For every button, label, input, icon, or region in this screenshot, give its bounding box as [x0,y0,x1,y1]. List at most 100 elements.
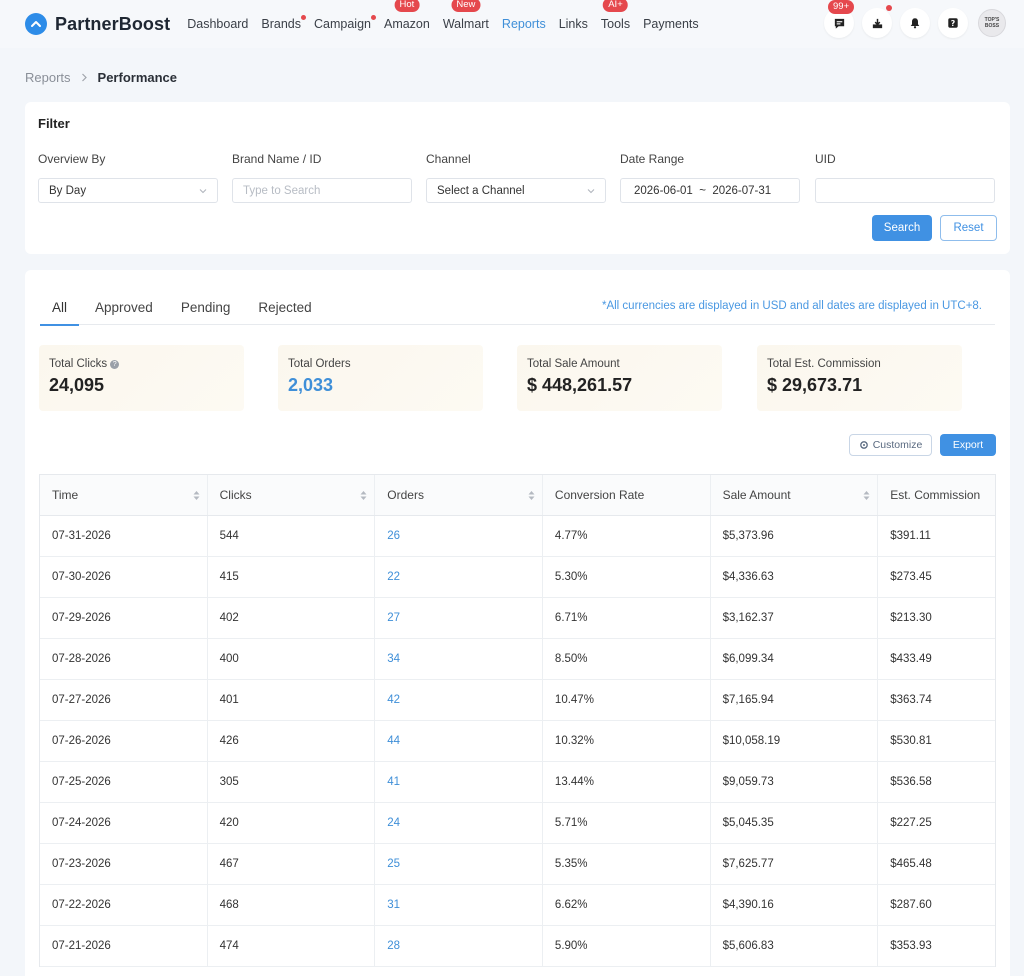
table-row: 07-27-2026 401 42 10.47% $7,165.94 $363.74 [40,680,995,721]
download-button[interactable] [862,5,892,38]
tab-pending[interactable]: Pending [169,292,243,325]
stat-total-sale-amount: Total Sale Amount $ 448,261.57 [517,345,722,411]
channel-value: Select a Channel [437,184,525,197]
customize-button[interactable]: Customize [849,434,932,456]
cell-sale-amount: $7,165.94 [711,680,879,720]
gear-icon [859,441,868,449]
stat-label-text: Total Sale Amount [527,358,620,370]
stat-value[interactable]: 2,033 [288,375,483,396]
cell-clicks: 402 [208,598,376,638]
column-header-time[interactable]: Time [40,475,208,515]
uid-input[interactable] [826,184,994,197]
cell-conversion-rate: 6.71% [543,598,711,638]
date-range-picker[interactable]: 2026-06-01 ~ 2026-07-31 [620,178,800,203]
column-header-label: Clicks [219,488,252,502]
cell-sale-amount: $6,099.34 [711,639,879,679]
nav-item-brands[interactable]: Brands [261,15,306,31]
cell-sale-amount: $9,059.73 [711,762,879,802]
cell-conversion-rate: 13.44% [543,762,711,802]
nav-item-dashboard[interactable]: Dashboard [187,17,248,31]
stat-label-text: Total Clicks [49,358,108,370]
stat-label-text: Total Orders [288,358,351,370]
date-range-label: Date Range [620,152,685,166]
cell-clicks: 467 [208,844,376,884]
sort-icon[interactable] [193,490,200,501]
table-row: 07-30-2026 415 22 5.30% $4,336.63 $273.45 [40,557,995,598]
nav-item-label: Walmart [442,17,489,31]
cell-time: 07-26-2026 [40,721,208,761]
channel-label: Channel [426,152,471,166]
help-circle-icon[interactable]: ? [110,359,120,369]
overview-by-select[interactable]: By Day [38,178,218,203]
search-button[interactable]: Search [872,215,932,241]
cell-sale-amount: $4,336.63 [711,557,879,597]
nav-item-links[interactable]: Links [559,17,588,31]
cell-orders[interactable]: 24 [375,803,543,843]
stat-total-est-commission: Total Est. Commission $ 29,673.71 [757,345,962,411]
cell-orders[interactable]: 25 [375,844,543,884]
cell-orders[interactable]: 44 [375,721,543,761]
sort-icon[interactable] [360,490,367,501]
sort-icon[interactable] [528,490,535,501]
notification-button[interactable] [900,8,930,38]
cell-est-commission: $536.58 [890,776,932,788]
cell-orders[interactable]: 22 [375,557,543,597]
nav-item-label: Links [558,17,588,31]
avatar[interactable]: TOP'S BOSS [978,9,1006,37]
logo[interactable]: PartnerBoost [25,13,170,35]
cell-est-commission: $287.60 [890,899,932,911]
nav-item-amazon[interactable]: Amazon Hot [384,0,430,31]
column-header-label: Orders [387,488,424,502]
nav-menu: Dashboard Brands Campaign Amazon Hot Walmart N… [187,0,711,48]
download-icon [872,18,882,28]
performance-table: Time Clicks Orders Conversion Rate Sale Amou… [39,474,996,967]
channel-select[interactable]: Select a Channel [426,178,606,203]
help-button[interactable]: ? [938,8,968,38]
cell-clicks: 305 [208,762,376,802]
nav-dot [370,15,376,20]
cell-time: 07-24-2026 [40,803,208,843]
cell-orders[interactable]: 28 [375,926,543,966]
cell-orders[interactable]: 34 [375,639,543,679]
nav-item-label: Payments [643,17,699,31]
tab-approved[interactable]: Approved [83,292,165,325]
filter-title: Filter [38,116,70,131]
cell-sale-amount: $5,045.35 [711,803,879,843]
column-header-label: Sale Amount [722,488,791,502]
nav-item-walmart[interactable]: Walmart New [442,0,489,31]
sort-icon[interactable] [863,490,870,501]
cell-clicks: 415 [208,557,376,597]
stat-label: Total Orders [288,358,483,370]
cell-sale-amount: $7,625.77 [711,844,879,884]
cell-sale-amount: $4,390.16 [711,885,879,925]
nav-badge: New [451,0,481,12]
stat-label: Total Est. Commission [767,358,962,370]
column-header-clicks[interactable]: Clicks [208,475,376,515]
nav-badge: AI+ [603,0,628,12]
cell-orders[interactable]: 42 [375,680,543,720]
column-header-orders[interactable]: Orders [375,475,543,515]
message-button[interactable]: 99+ [824,0,855,38]
cell-orders[interactable]: 26 [375,516,543,556]
cell-orders[interactable]: 41 [375,762,543,802]
cell-orders[interactable]: 31 [375,885,543,925]
nav-item-payments[interactable]: Payments [643,17,699,31]
brand-search-input[interactable] [243,184,411,197]
tab-rejected[interactable]: Rejected [246,292,323,325]
nav-item-campaign[interactable]: Campaign [314,15,376,31]
reset-button[interactable]: Reset [940,215,997,241]
nav-item-tools[interactable]: Tools AI+ [601,0,630,31]
bell-icon [910,18,920,29]
export-button[interactable]: Export [940,434,996,456]
cell-orders[interactable]: 27 [375,598,543,638]
help-icon: ? [948,18,958,28]
column-header-label: Est. Commission [890,488,981,502]
nav-item-label: Dashboard [187,17,249,31]
nav-item-reports[interactable]: Reports [502,17,546,31]
tab-all[interactable]: All [40,292,80,326]
cell-sale-amount: $3,162.37 [711,598,879,638]
cell-est-commission: $227.25 [890,817,932,829]
date-range-value: 2026-06-01 ~ 2026-07-31 [634,184,772,197]
column-header-sale-amount[interactable]: Sale Amount [711,475,879,515]
breadcrumb-reports[interactable]: Reports [25,70,71,85]
